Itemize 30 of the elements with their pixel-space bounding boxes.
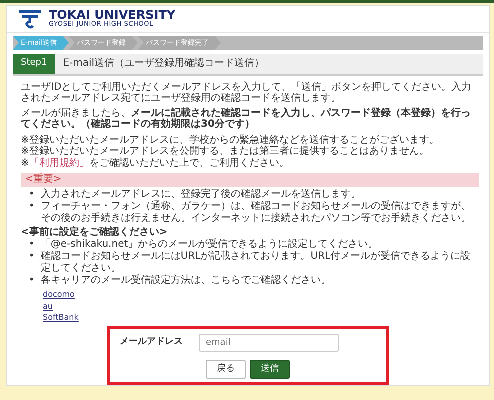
notice-item: 各キャリアのメール受信設定方法は、こちらでご確認ください。 xyxy=(40,275,331,287)
instruction-text: ユーザIDとしてご利用いただくメールアドレスを入力して、「送信」ボタンを押してください。入力されたメールアドレス宛てにユーザ登録用の確認コードを送信します。 xyxy=(21,82,473,104)
email-field[interactable]: email xyxy=(199,334,339,352)
bullet-mark: • xyxy=(29,251,35,264)
note-text: ※登録いただいたメールアドレスに、学校からの緊急連絡などを送信することがございます。 xyxy=(21,134,440,146)
settings-heading: <事前に設定をご確認ください> xyxy=(21,226,169,238)
field-label: メールアドレス xyxy=(120,337,183,348)
bullet-mark: • xyxy=(29,239,35,251)
carrier-link[interactable]: au xyxy=(43,302,53,312)
submit-button[interactable]: 送信 xyxy=(250,360,290,379)
notice-item: 「@e-shikaku.net」からのメールが受信できるように設定してください。 xyxy=(40,239,378,250)
note-text: ※ xyxy=(21,158,30,168)
note-text: ※登録いただいたメールアドレスを公開する、または第三者に提供することはありません。 xyxy=(21,146,430,158)
bullet-mark: • xyxy=(29,200,35,214)
step-badge: Step1 xyxy=(13,54,56,74)
carrier-link[interactable]: docomo xyxy=(43,291,75,300)
note-text: をご確認いただいた上で、ご利用ください。 xyxy=(89,158,290,168)
important-heading: <重要> xyxy=(21,173,479,186)
page-title: E-mail送信（ユーザ登録用確認コード送信） xyxy=(62,56,266,71)
instruction-text: メールが届きましたら、メールに記載された確認コードを入力し、パスワード登録（本登録）を行ってください。（確認コードの有効期限は30分です） xyxy=(21,108,472,130)
bullet-mark: • xyxy=(29,188,35,200)
back-button[interactable]: 戻る xyxy=(206,360,246,379)
notice-item: 入力されたメールアドレスに、登録完了後の確認メールを送信します。 xyxy=(40,188,361,200)
school-name: TOKAI UNIVERSITY xyxy=(49,9,176,22)
carrier-link[interactable]: SoftBank xyxy=(43,314,79,323)
notice-item: フィーチャー・フォン（通称、ガラケー）は、確認コードお知らせメールの受信はできますが、その後のお手続きは行えません。インターネットに接続されたパソコン等でお手続きください。 xyxy=(40,200,472,224)
notice-item: 確認コードお知らせメールにはURLが記載されております。URL付メールが受信できるように設定してください。 xyxy=(40,251,472,274)
bullet-mark: • xyxy=(29,275,35,287)
terms-link[interactable]: 「利用規約」 xyxy=(29,158,90,168)
school-logo-icon xyxy=(19,9,41,29)
